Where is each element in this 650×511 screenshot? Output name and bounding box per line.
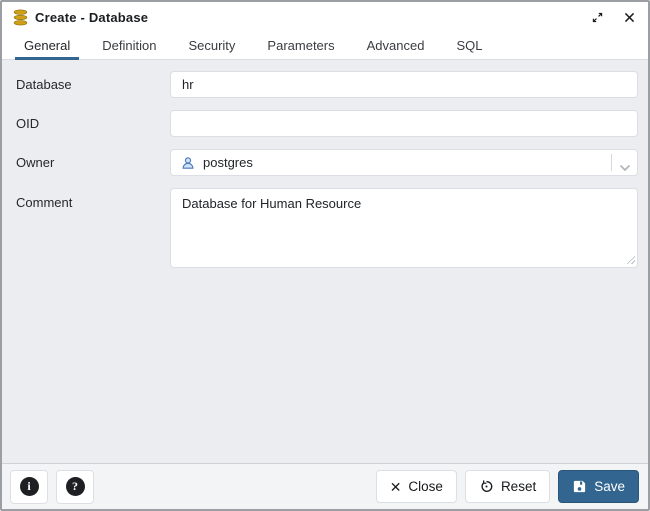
tab-bar: General Definition Security Parameters A… (2, 32, 648, 60)
owner-selected-value: postgres (203, 155, 253, 170)
tab-general[interactable]: General (15, 32, 80, 60)
tab-security[interactable]: Security (179, 32, 244, 59)
tab-advanced[interactable]: Advanced (358, 32, 434, 59)
sql-help-button[interactable]: i (10, 469, 48, 504)
close-icon (623, 11, 636, 24)
maximize-icon (591, 11, 604, 24)
database-field-row: Database (16, 71, 638, 98)
maximize-button[interactable] (588, 8, 606, 26)
save-button[interactable]: Save (558, 470, 639, 503)
oid-label: OID (16, 116, 40, 131)
save-icon (572, 479, 587, 494)
info-icon: i (19, 477, 39, 496)
oid-input[interactable] (170, 110, 638, 137)
reset-button-label: Reset (500, 479, 537, 494)
comment-label: Comment (16, 195, 73, 210)
tab-definition[interactable]: Definition (93, 32, 165, 59)
close-dialog-button[interactable] (620, 8, 638, 26)
create-database-dialog: Create - Database General Definition Sec… (0, 0, 650, 511)
oid-field-row: OID (16, 110, 638, 137)
dialog-title: Create - Database (35, 9, 149, 25)
reset-button[interactable]: Reset (464, 470, 551, 503)
question-icon: ? (65, 477, 85, 496)
user-icon (180, 155, 196, 171)
owner-field-row: Owner postgres (16, 149, 638, 176)
owner-select[interactable]: postgres (170, 149, 638, 176)
dialog-help-button[interactable]: ? (56, 469, 94, 504)
select-divider (611, 154, 612, 171)
database-icon (12, 9, 29, 26)
tab-parameters[interactable]: Parameters (258, 32, 343, 59)
comment-textarea[interactable]: Database for Human Resource (170, 188, 638, 268)
chevron-down-icon (619, 159, 631, 171)
owner-label: Owner (16, 155, 55, 170)
close-button[interactable]: ✕ Close (375, 470, 457, 503)
title-bar: Create - Database (2, 2, 648, 32)
reset-icon (479, 479, 494, 494)
general-tab-panel: Database OID Owner (2, 60, 648, 463)
database-label: Database (16, 77, 72, 92)
save-button-label: Save (594, 479, 625, 494)
close-x-icon: ✕ (389, 478, 402, 495)
comment-field-row: Comment Database for Human Resource (16, 188, 638, 268)
tab-sql[interactable]: SQL (447, 32, 491, 59)
footer-bar: i ? ✕ Close Reset Save (2, 463, 648, 509)
database-input[interactable] (170, 71, 638, 98)
close-button-label: Close (408, 479, 443, 494)
